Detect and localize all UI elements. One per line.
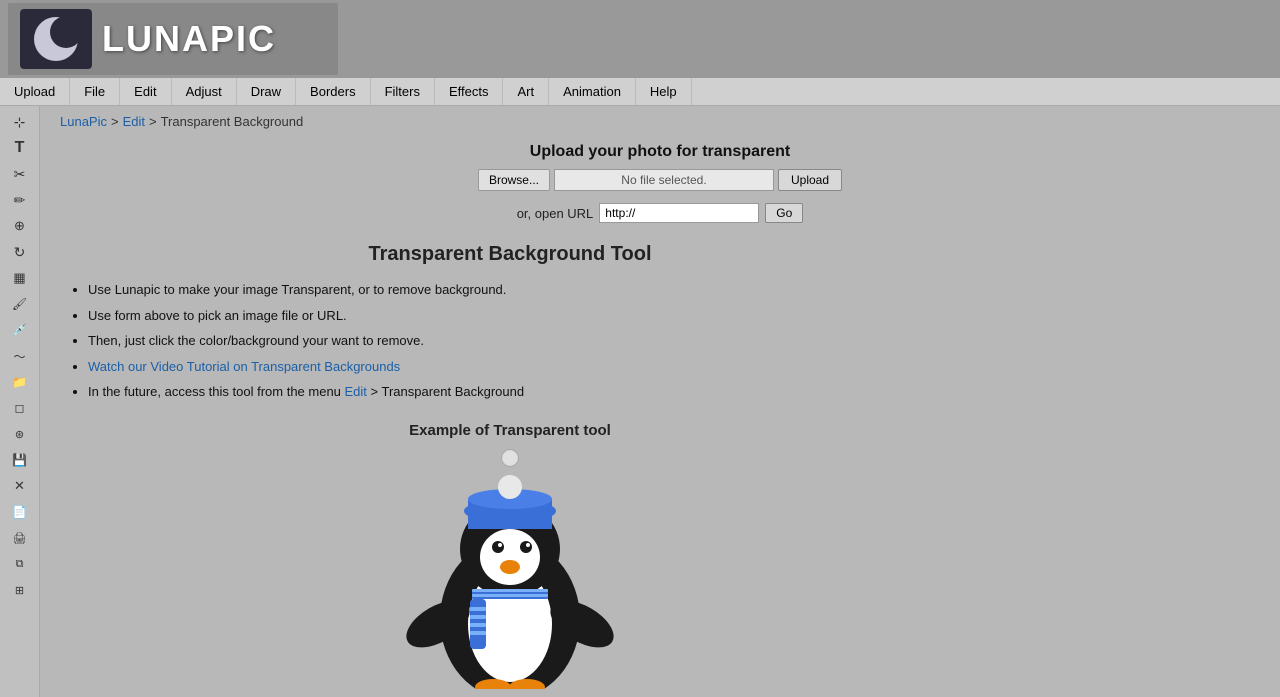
nav-edit[interactable]: Edit (120, 78, 171, 105)
breadcrumb-lunapic[interactable]: LunaPic (60, 114, 107, 129)
nav-upload[interactable]: Upload (0, 78, 70, 105)
go-button[interactable]: Go (765, 203, 803, 223)
print-tool-icon[interactable]: 🖨 (6, 526, 34, 550)
pencil-tool-icon[interactable]: ✏ (6, 188, 34, 212)
tool-section: Transparent Background Tool Use Lunapic … (60, 243, 960, 689)
nav-filters[interactable]: Filters (371, 78, 435, 105)
eraser-tool-icon[interactable]: ◻ (6, 396, 34, 420)
transparency-indicator (501, 449, 519, 467)
logo-text: LUNAPIC (102, 18, 276, 60)
nav-borders[interactable]: Borders (296, 78, 371, 105)
breadcrumb: LunaPic > Edit > Transparent Background (60, 114, 1260, 129)
save-tool-icon[interactable]: 💾 (6, 448, 34, 472)
stamp-tool-icon[interactable]: ⊛ (6, 422, 34, 446)
upload-title: Upload your photo for transparent (60, 143, 1260, 161)
logo-box: LUNAPIC (8, 3, 338, 75)
list-item-3: Then, just click the color/background yo… (88, 331, 960, 351)
copy-tool-icon[interactable]: ⧉ (6, 552, 34, 576)
bullet-list: Use Lunapic to make your image Transpare… (60, 280, 960, 402)
sidebar: ⊹ T ✂ ✏ ⊕ ↻ ▦ 🖌 💉 〜 📁 ◻ ⊛ 💾 ✕ 📄 🖨 ⧉ ⊞ (0, 106, 40, 697)
file-input-display: No file selected. (554, 169, 774, 191)
video-tutorial-link[interactable]: Watch our Video Tutorial on Transparent … (88, 359, 400, 374)
list-item-1: Use Lunapic to make your image Transpare… (88, 280, 960, 300)
eyedropper-tool-icon[interactable]: 💉 (6, 318, 34, 342)
upload-button[interactable]: Upload (778, 169, 842, 191)
header: LUNAPIC (0, 0, 1280, 78)
nav-effects[interactable]: Effects (435, 78, 504, 105)
example-section: Example of Transparent tool (60, 422, 960, 689)
new-doc-icon[interactable]: 📄 (6, 500, 34, 524)
nav-draw[interactable]: Draw (237, 78, 296, 105)
nav-art[interactable]: Art (503, 78, 549, 105)
breadcrumb-edit[interactable]: Edit (123, 114, 145, 129)
upload-row: Browse... No file selected. Upload (60, 169, 1260, 191)
navbar: Upload File Edit Adjust Draw Borders Fil… (0, 78, 1280, 106)
content-area: LunaPic > Edit > Transparent Background … (40, 106, 1280, 697)
list-item-4: Watch our Video Tutorial on Transparent … (88, 357, 960, 377)
url-input[interactable] (599, 203, 759, 223)
grid-tool-icon[interactable]: ▦ (6, 266, 34, 290)
upload-section: Upload your photo for transparent Browse… (60, 143, 1260, 223)
edit-menu-link[interactable]: Edit (345, 384, 367, 399)
breadcrumb-sep2: > (149, 114, 157, 129)
nav-animation[interactable]: Animation (549, 78, 636, 105)
list-item-5: In the future, access this tool from the… (88, 382, 960, 402)
folder-tool-icon[interactable]: 📁 (6, 370, 34, 394)
nav-help[interactable]: Help (636, 78, 692, 105)
example-title: Example of Transparent tool (60, 422, 960, 439)
close-tool-icon[interactable]: ✕ (6, 474, 34, 498)
move-tool-icon[interactable]: ⊹ (6, 110, 34, 134)
breadcrumb-sep1: > (111, 114, 119, 129)
smudge-tool-icon[interactable]: 〜 (6, 344, 34, 368)
tool-title: Transparent Background Tool (60, 243, 960, 266)
breadcrumb-current: Transparent Background (161, 114, 304, 129)
logo-icon (20, 9, 92, 69)
url-row: or, open URL Go (60, 203, 1260, 223)
nav-file[interactable]: File (70, 78, 120, 105)
nav-adjust[interactable]: Adjust (172, 78, 237, 105)
cut-tool-icon[interactable]: ✂ (6, 162, 34, 186)
rotate-tool-icon[interactable]: ↻ (6, 240, 34, 264)
list-item-2: Use form above to pick an image file or … (88, 306, 960, 326)
browse-button[interactable]: Browse... (478, 169, 550, 191)
zoom-tool-icon[interactable]: ⊕ (6, 214, 34, 238)
url-label: or, open URL (517, 206, 594, 221)
brush-tool-icon[interactable]: 🖌 (6, 292, 34, 316)
text-tool-icon[interactable]: T (6, 136, 34, 160)
layers-tool-icon[interactable]: ⊞ (6, 578, 34, 602)
penguin-area (310, 449, 710, 689)
main-layout: ⊹ T ✂ ✏ ⊕ ↻ ▦ 🖌 💉 〜 📁 ◻ ⊛ 💾 ✕ 📄 🖨 ⧉ ⊞ Lu… (0, 106, 1280, 697)
penguin-svg (310, 449, 710, 689)
